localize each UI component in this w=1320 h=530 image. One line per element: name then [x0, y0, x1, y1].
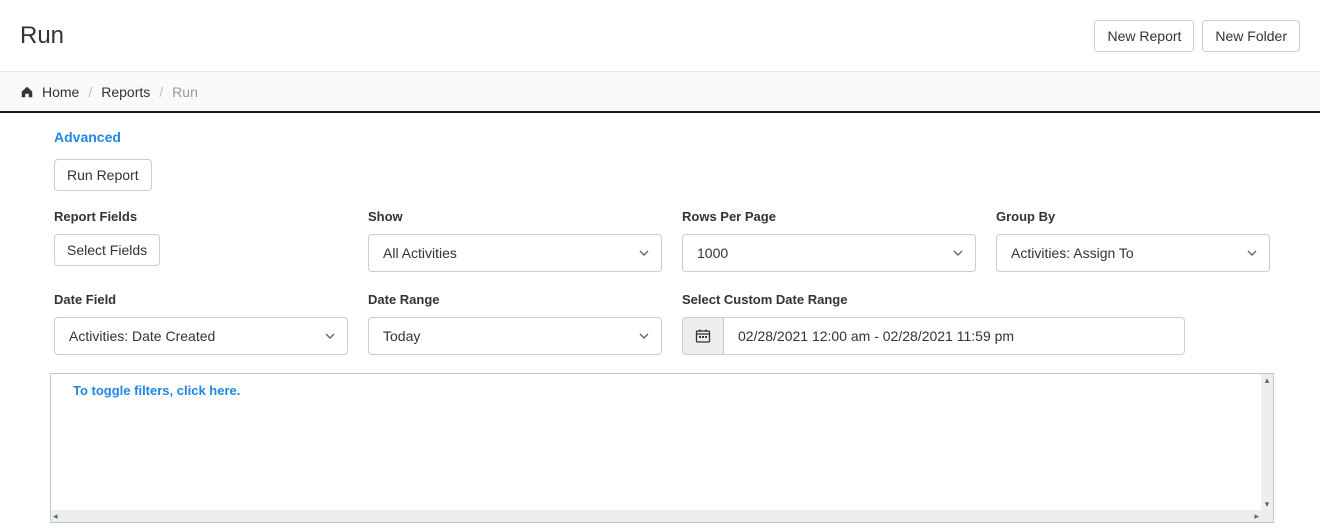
group-by-select[interactable]: Activities: Assign To [996, 234, 1270, 272]
breadcrumb: Home / Reports / Run [0, 72, 1320, 113]
chevron-down-icon [1247, 250, 1257, 256]
date-range-value: Today [383, 328, 420, 344]
calendar-icon[interactable] [682, 317, 724, 355]
show-label: Show [368, 209, 662, 224]
breadcrumb-reports[interactable]: Reports [101, 84, 150, 100]
chevron-down-icon [953, 250, 963, 256]
scroll-down-icon: ▾ [1265, 498, 1270, 510]
new-report-button[interactable]: New Report [1094, 20, 1194, 52]
custom-date-range-value: 02/28/2021 12:00 am - 02/28/2021 11:59 p… [738, 328, 1014, 344]
vertical-scrollbar[interactable]: ▴ ▾ [1261, 374, 1273, 510]
date-field-label: Date Field [54, 292, 348, 307]
rows-per-page-label: Rows Per Page [682, 209, 976, 224]
breadcrumb-home[interactable]: Home [42, 84, 79, 100]
scroll-left-icon: ◂ [53, 511, 58, 522]
date-range-select[interactable]: Today [368, 317, 662, 355]
date-field-value: Activities: Date Created [69, 328, 215, 344]
date-field-select[interactable]: Activities: Date Created [54, 317, 348, 355]
page-title: Run [20, 22, 64, 50]
rows-per-page-select[interactable]: 1000 [682, 234, 976, 272]
date-range-label: Date Range [368, 292, 662, 307]
rows-per-page-value: 1000 [697, 245, 728, 261]
show-select-value: All Activities [383, 245, 457, 261]
home-icon[interactable] [20, 85, 42, 99]
group-by-label: Group By [996, 209, 1270, 224]
run-report-button[interactable]: Run Report [54, 159, 152, 191]
show-select[interactable]: All Activities [368, 234, 662, 272]
scroll-right-icon: ▸ [1254, 511, 1259, 522]
scroll-corner [1261, 510, 1273, 522]
custom-date-range-label: Select Custom Date Range [682, 292, 1290, 307]
report-fields-label: Report Fields [54, 209, 348, 224]
toggle-filters-link[interactable]: To toggle filters, click here. [73, 383, 240, 398]
group-by-value: Activities: Assign To [1011, 245, 1134, 261]
select-fields-button[interactable]: Select Fields [54, 234, 160, 266]
custom-date-range-input[interactable]: 02/28/2021 12:00 am - 02/28/2021 11:59 p… [724, 317, 1185, 355]
chevron-down-icon [639, 333, 649, 339]
breadcrumb-separator: / [88, 84, 92, 100]
filter-panel: To toggle filters, click here. ▴ ▾ ◂ ▸ [50, 373, 1274, 523]
topbar-actions: New Report New Folder [1094, 20, 1300, 52]
new-folder-button[interactable]: New Folder [1202, 20, 1300, 52]
breadcrumb-current: Run [172, 84, 198, 100]
breadcrumb-separator: / [159, 84, 163, 100]
chevron-down-icon [325, 333, 335, 339]
horizontal-scrollbar[interactable]: ◂ ▸ [51, 510, 1261, 522]
chevron-down-icon [639, 250, 649, 256]
scroll-up-icon: ▴ [1265, 374, 1270, 386]
advanced-link[interactable]: Advanced [54, 129, 121, 145]
